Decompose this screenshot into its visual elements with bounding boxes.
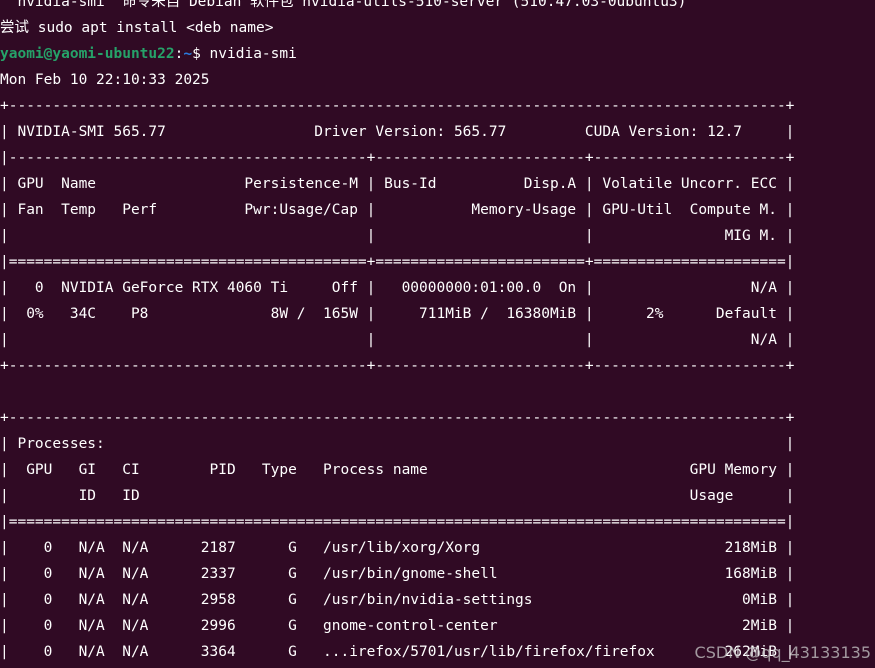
prompt-user-host: yaomi@yaomi-ubuntu22	[0, 46, 175, 62]
command-output: Mon Feb 10 22:10:33 2025 +--------------…	[0, 67, 875, 665]
output-line: | NVIDIA-SMI 565.77 Driver Version: 565.…	[0, 124, 795, 140]
output-line: | 0 N/A N/A 2187 G /usr/lib/xorg/Xorg 21…	[0, 540, 795, 556]
output-line: +---------------------------------------…	[0, 358, 795, 374]
output-line: | Fan Temp Perf Pwr:Usage/Cap | Memory-U…	[0, 202, 795, 218]
output-line: | GPU Name Persistence-M | Bus-Id Disp.A…	[0, 176, 795, 192]
output-line: | | | MIG M. |	[0, 228, 795, 244]
prompt-path: ~	[183, 46, 193, 62]
terminal-output[interactable]: nvidia-smi' 命令来自 Debian 软件包 nvidia-utils…	[0, 0, 875, 665]
output-line: | | | N/A |	[0, 332, 795, 348]
csdn-watermark: CSDN @qq_43133135	[694, 643, 871, 662]
output-line: | 0 N/A N/A 2958 G /usr/bin/nvidia-setti…	[0, 592, 795, 608]
terminal-line: 尝试 sudo apt install <deb name>	[0, 20, 274, 36]
shell-prompt-line: yaomi@yaomi-ubuntu22:~$ nvidia-smi	[0, 41, 875, 67]
output-line: |=======================================…	[0, 514, 795, 530]
output-line: | 0 NVIDIA GeForce RTX 4060 Ti Off | 000…	[0, 280, 795, 296]
output-line: | 0% 34C P8 8W / 165W | 711MiB / 16380Mi…	[0, 306, 795, 322]
output-line: | ID ID Usage |	[0, 488, 795, 504]
output-line: +---------------------------------------…	[0, 410, 795, 426]
output-line: | Processes: |	[0, 436, 795, 452]
output-line: Mon Feb 10 22:10:33 2025	[0, 72, 210, 88]
prompt-symbol: $	[192, 46, 210, 62]
prompt-command: nvidia-smi	[209, 46, 297, 62]
output-line: | GPU GI CI PID Type Process name GPU Me…	[0, 462, 795, 478]
terminal-line: nvidia-smi' 命令来自 Debian 软件包 nvidia-utils…	[0, 0, 687, 10]
output-line: | 0 N/A N/A 2996 G gnome-control-center …	[0, 618, 795, 634]
output-line: |=======================================…	[0, 254, 795, 270]
output-line: +---------------------------------------…	[0, 98, 795, 114]
output-line: | 0 N/A N/A 2337 G /usr/bin/gnome-shell …	[0, 566, 795, 582]
output-line: |---------------------------------------…	[0, 150, 795, 166]
